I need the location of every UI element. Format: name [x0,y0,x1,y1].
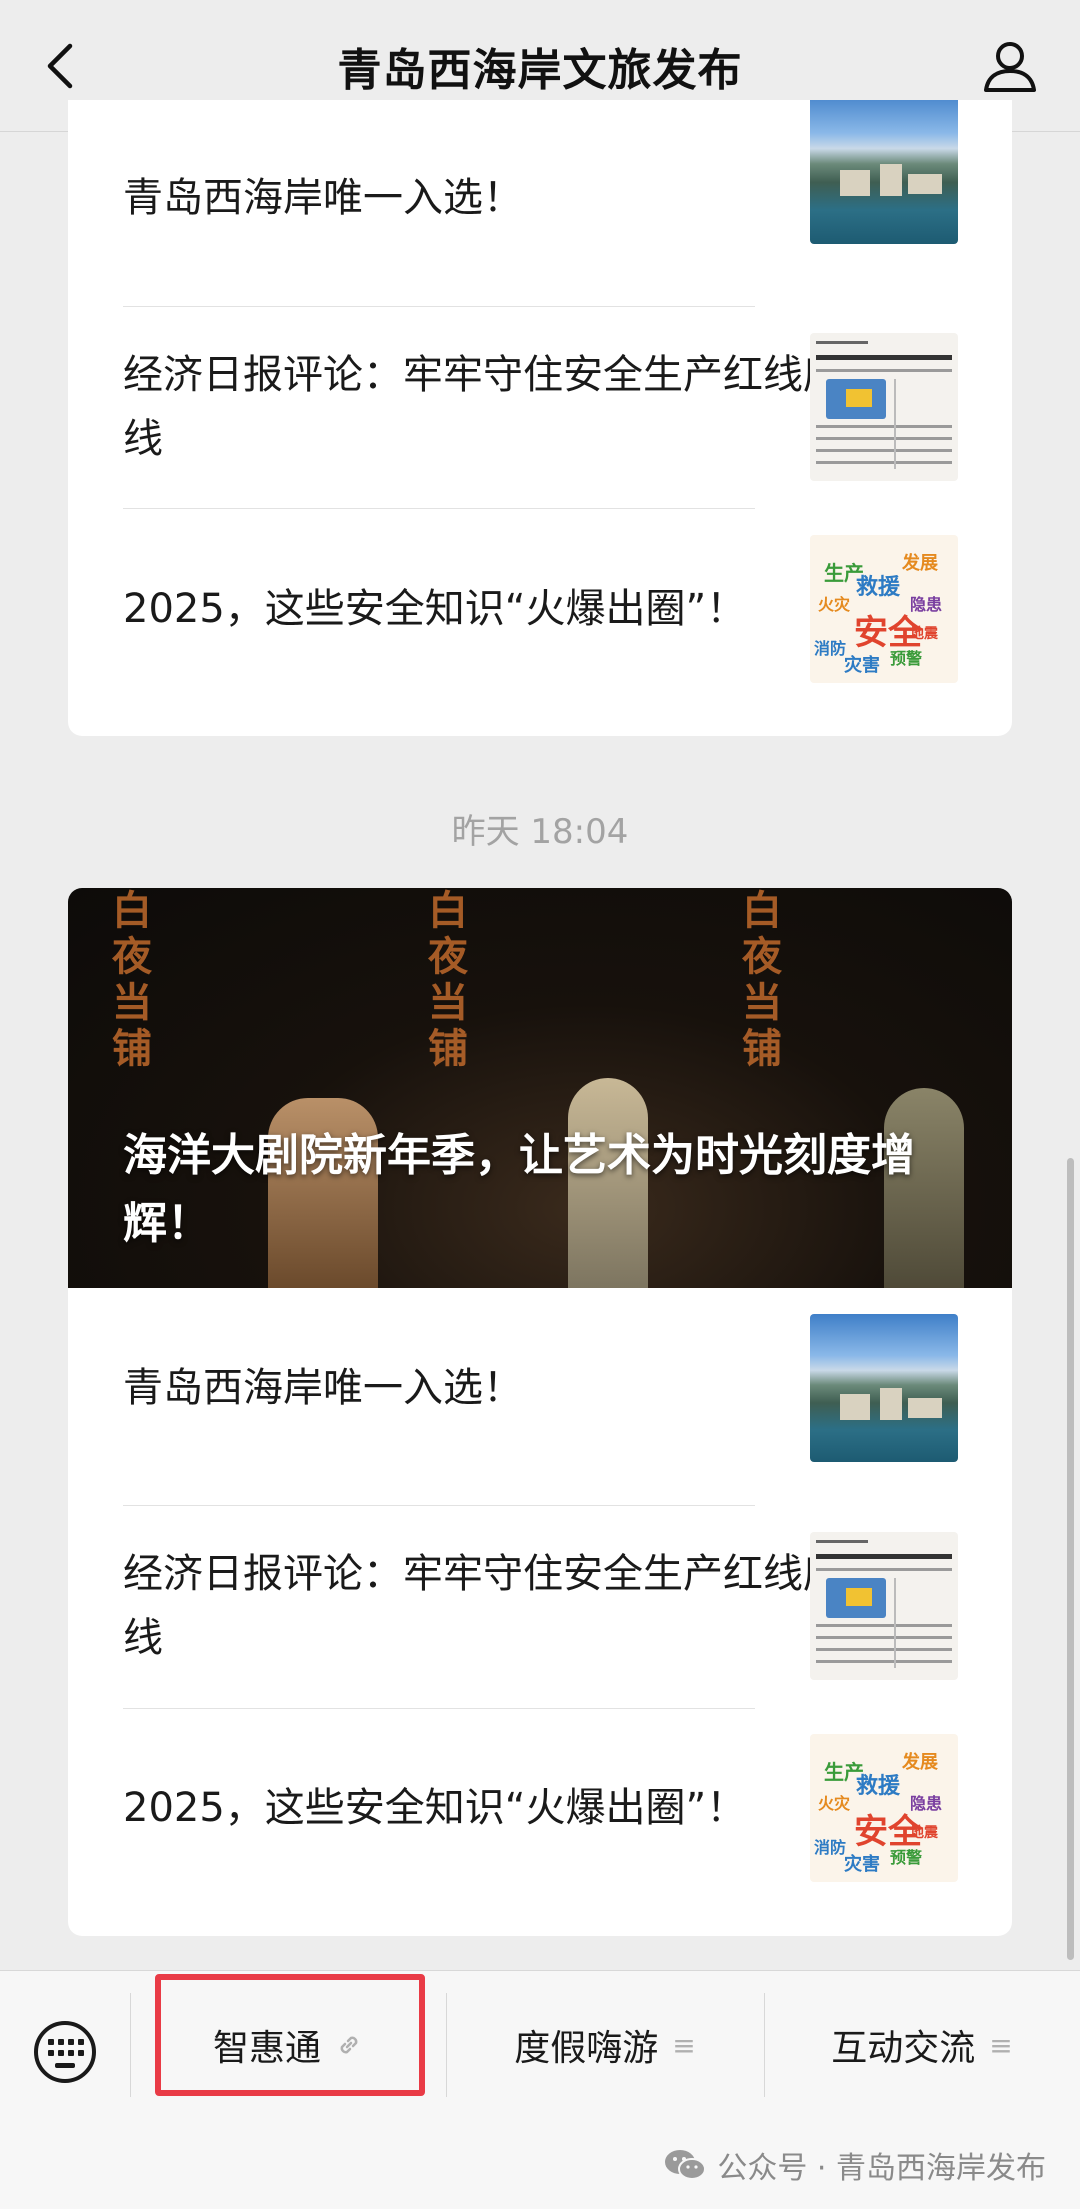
menu-item-label: 度假嗨游 [514,2028,659,2069]
coastal-city-thumbnail [810,100,958,244]
article-title: 2025，这些安全知识“火爆出圈”！ [123,1785,747,1831]
article-item-1[interactable]: 青岛西海岸唯一入选！ [68,100,1012,298]
safety-word-cloud-thumbnail: 安全 救援 生产 发展 火灾 隐患 消防 灾害 预警 地震 [810,535,958,683]
article-item-3[interactable]: 2025，这些安全知识“火爆出圈”！ 安全 救援 生产 发展 火灾 隐患 消防 … [68,509,1012,709]
menu-item-label: 互动交流 [831,2028,976,2069]
safety-word-cloud-thumbnail: 安全 救援 生产 发展 火灾 隐患 消防 灾害 预警 地震 [810,1734,958,1882]
keyboard-icon[interactable] [34,2021,96,2083]
newspaper-thumbnail [810,333,958,481]
article-card-2: 白夜当铺 白夜当铺 白夜当铺 海洋大剧院新年季，让艺术为时光刻度增辉！ 青岛西海… [68,888,1012,1936]
hero-article-title: 海洋大剧院新年季，让艺术为时光刻度增辉！ [123,1130,915,1249]
article-title: 2025，这些安全知识“火爆出圈”！ [123,586,747,632]
scrollbar[interactable] [1067,1158,1074,1960]
account-credit: 公众号 · 青岛西海岸发布 [663,2143,1046,2187]
menu-lines-icon: ≡ [989,2028,1013,2062]
chevron-left-icon [47,43,73,89]
stage-sign: 白夜当铺 [428,888,468,1072]
person-icon [984,42,1036,92]
article-title: 青岛西海岸唯一入选！ [123,1365,523,1411]
article-title: 经济日报评论：牢牢守住安全生产红线底线 [123,352,843,462]
hero-article-cover[interactable]: 白夜当铺 白夜当铺 白夜当铺 海洋大剧院新年季，让艺术为时光刻度增辉！ [68,888,1012,1288]
article-title: 经济日报评论：牢牢守住安全生产红线底线 [123,1551,843,1661]
article-card-1: 青岛西海岸唯一入选！ 经济日报评论：牢牢守住安全生产红线底线 2025，这些安全… [68,100,1012,736]
article-title: 青岛西海岸唯一入选！ [123,175,523,221]
menu-item-dujia-haiyou[interactable]: 度假嗨游 ≡ [446,1993,764,2097]
newspaper-thumbnail [810,1532,958,1680]
article-item-6[interactable]: 2025，这些安全知识“火爆出圈”！ 安全 救援 生产 发展 火灾 隐患 消防 … [68,1708,1012,1908]
article-item-4[interactable]: 青岛西海岸唯一入选！ [68,1288,1012,1488]
article-item-5[interactable]: 经济日报评论：牢牢守住安全生产红线底线 [68,1506,1012,1706]
profile-button[interactable] [980,36,1040,96]
article-item-2[interactable]: 经济日报评论：牢牢守住安全生产红线底线 [68,307,1012,507]
highlight-box [155,1974,425,2096]
wechat-icon [665,2150,707,2180]
back-button[interactable] [34,38,90,94]
message-timestamp: 昨天 18:04 [451,812,629,852]
menu-item-hudong-jiaoliu[interactable]: 互动交流 ≡ [764,1993,1080,2097]
credit-text: 公众号 · 青岛西海岸发布 [717,2151,1046,2186]
stage-sign: 白夜当铺 [742,888,782,1072]
menu-lines-icon: ≡ [672,2028,696,2062]
page-title: 青岛西海岸文旅发布 [337,44,743,96]
stage-sign: 白夜当铺 [112,888,152,1072]
coastal-city-thumbnail [810,1314,958,1462]
